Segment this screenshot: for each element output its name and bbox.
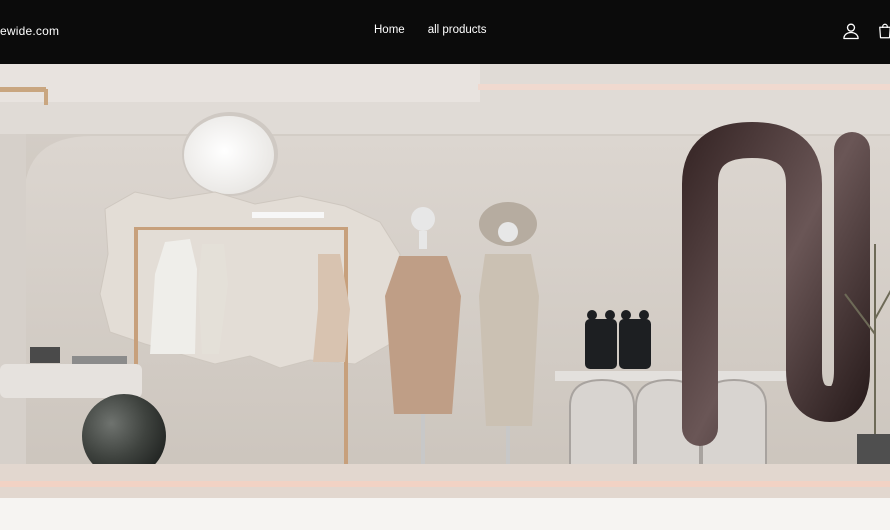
nav-all-products-link[interactable]: all products [428, 24, 487, 36]
hero-banner [0, 64, 890, 498]
store-window-mannequins-image [0, 64, 890, 498]
nav-home-link[interactable]: Home [374, 24, 405, 36]
page-background-strip [0, 498, 890, 530]
brand-link[interactable]: ewide.com [0, 24, 59, 38]
user-icon[interactable] [841, 21, 861, 41]
shopping-bag-icon[interactable] [876, 21, 890, 41]
main-nav: Home all products [374, 24, 487, 36]
site-header: ewide.com Home all products [0, 0, 890, 64]
